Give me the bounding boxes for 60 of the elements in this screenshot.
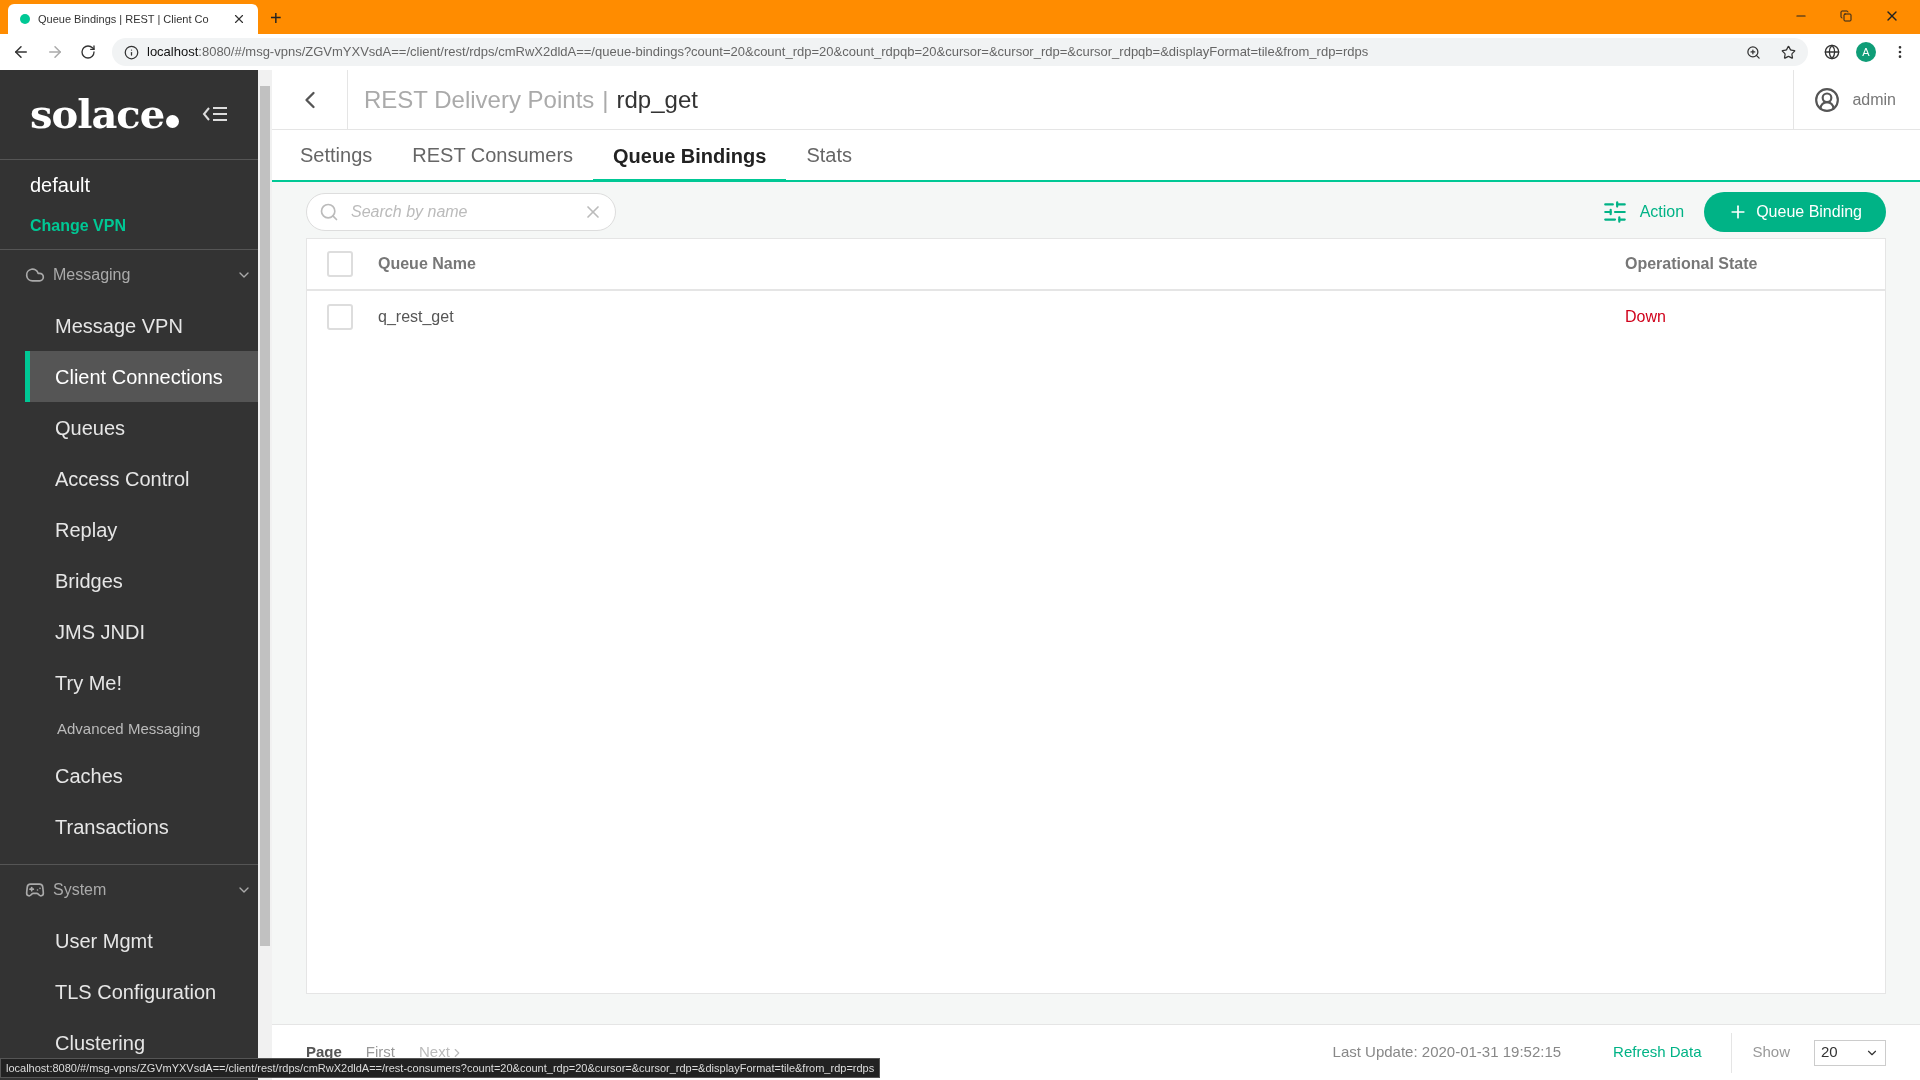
sidebar-item[interactable]: Transactions <box>25 801 258 852</box>
column-header[interactable]: Operational State <box>1625 252 1865 276</box>
page-size-select[interactable]: 20 <box>1814 1039 1886 1066</box>
status-url-tooltip: localhost:8080/#/msg-vpns/ZGVmYXVsdA==/client/rest/rdps/cmRwX2dldA==/rest-consumers?count=20&count_rdp=20&cursor=&cursor_rdp=&displayFormat=tile&from_rdp=rdps <box>0 1058 881 1078</box>
sidebar-item[interactable]: Bridges <box>25 555 258 606</box>
zoom-icon[interactable] <box>1746 44 1761 60</box>
tab-title: Queue Bindings | REST | Client Co <box>38 11 210 27</box>
table-row[interactable]: q_rest_get Down <box>307 291 1885 343</box>
show-label: Show <box>1752 1042 1790 1063</box>
new-tab-button[interactable]: + <box>270 8 282 28</box>
checkbox[interactable] <box>327 251 353 277</box>
user-icon[interactable] <box>1814 86 1841 113</box>
info-icon <box>124 44 139 60</box>
sidebar-item[interactable]: Replay <box>25 504 258 555</box>
logo: solace <box>30 84 180 145</box>
sidebar-item[interactable]: Message VPN <box>25 300 258 351</box>
reload-icon[interactable] <box>80 44 96 60</box>
sidebar-item[interactable]: JMS JNDI <box>25 606 258 657</box>
tab[interactable]: REST Consumers <box>392 130 594 180</box>
tab[interactable]: Stats <box>786 130 872 180</box>
browser-tab[interactable]: Queue Bindings | REST | Client Co <box>8 4 258 34</box>
change-vpn-link[interactable]: Change VPN <box>30 214 228 239</box>
section-header[interactable]: System <box>0 865 258 915</box>
back-icon[interactable] <box>12 43 30 61</box>
section-title: System <box>53 880 108 900</box>
scrollbar-thumb[interactable] <box>260 86 270 946</box>
column-header[interactable]: Queue Name <box>378 252 1625 276</box>
star-icon[interactable] <box>1781 44 1796 60</box>
url-field[interactable]: localhost:8080/#/msg-vpns/ZGVmYXVsdA==/client/rest/rdps/cmRwX2dldA==/queue-bindings?count=20&count_rdp=20&count_rdpqb=20&cursor=&cursor_rdp=&cursor_rdpqb=&displayFormat=tile&from_rdp=rdps <box>112 38 1808 66</box>
sidebar-subheading: Advanced Messaging <box>57 718 202 739</box>
sidebar-item[interactable]: Access Control <box>25 453 258 504</box>
restore-icon[interactable] <box>1840 10 1852 22</box>
gamepad-icon <box>25 880 45 900</box>
cloud-icon <box>25 265 45 285</box>
section-header[interactable]: Messaging <box>0 250 258 300</box>
collapse-menu-icon[interactable] <box>202 106 228 123</box>
close-icon[interactable] <box>232 12 246 26</box>
favicon-icon <box>20 14 30 24</box>
table-cell-text: q_rest_get <box>378 307 455 327</box>
sidebar-item[interactable]: Caches <box>25 750 258 801</box>
user-name[interactable]: admin <box>1852 87 1896 112</box>
tab[interactable]: Settings <box>296 130 393 180</box>
sidebar-item[interactable]: Client Connections <box>25 351 258 402</box>
vpn-name: default <box>30 173 92 199</box>
sidebar-item[interactable]: Queues <box>25 402 258 453</box>
sidebar-item[interactable]: TLS Configuration <box>25 966 258 1017</box>
sidebar-item[interactable]: Try Me! <box>25 657 258 708</box>
title-separator: | <box>602 84 609 115</box>
section-title: Messaging <box>53 265 132 285</box>
search-input[interactable]: Search by name <box>351 200 571 224</box>
checkbox[interactable] <box>327 304 353 330</box>
status-text: Down <box>1625 307 1667 327</box>
page-title: rdp_get <box>616 84 698 115</box>
search-field[interactable]: Search by name <box>306 193 616 231</box>
search-icon <box>319 202 339 222</box>
sidebar-item[interactable]: User Mgmt <box>25 915 258 966</box>
last-update: Last Update: 2020-01-31 19:52:15 <box>1332 1042 1562 1063</box>
sliders-icon <box>1601 199 1628 225</box>
url-text: localhost:8080/#/msg-vpns/ZGVmYXVsdA==/client/rest/rdps/cmRwX2dldA==/queue-bindings?count=20&count_rdp=20&count_rdpqb=20&cursor=&cursor_rdp=&cursor_rdpqb=&displayFormat=tile&from_rdp=rdps <box>147 43 1370 62</box>
tab[interactable]: Queue Bindings <box>593 132 787 182</box>
